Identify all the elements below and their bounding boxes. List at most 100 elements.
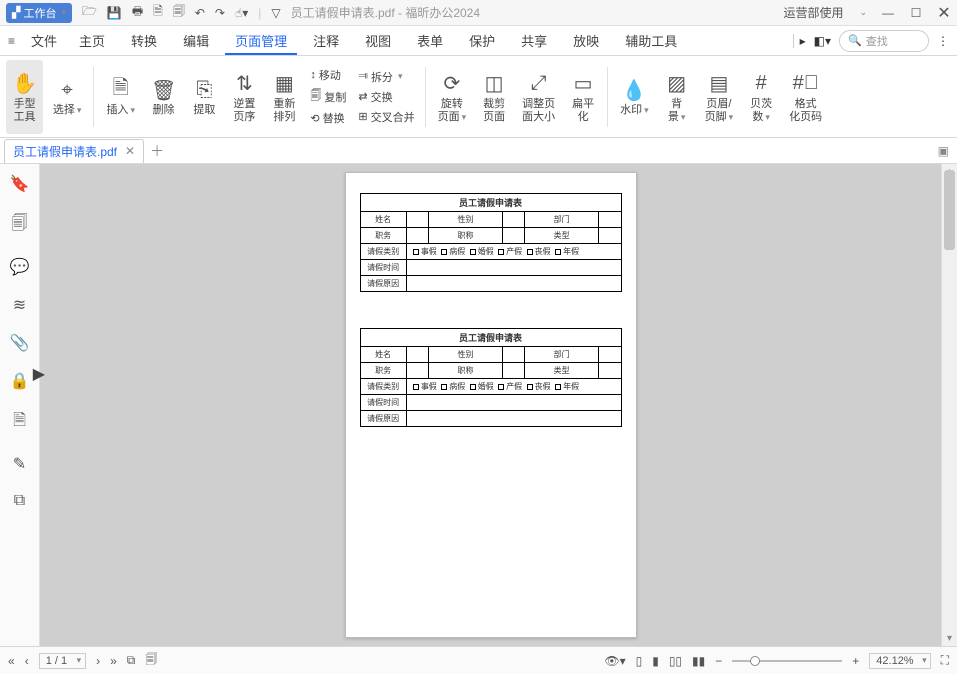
menu-页面管理[interactable]: 页面管理	[225, 27, 297, 55]
zoom-slider[interactable]	[732, 660, 842, 662]
export-icon[interactable]: 🗐	[173, 2, 185, 23]
new-tab-button[interactable]: ＋	[150, 141, 164, 161]
split-button[interactable]: ⫥拆分▾	[354, 68, 418, 86]
pages-panel-icon[interactable]: ⧉	[127, 653, 136, 668]
scroll-down-icon[interactable]: ▽	[271, 6, 280, 20]
delete-icon: 🗑	[151, 76, 176, 104]
insert-button[interactable]: 🗎插入▾	[100, 60, 141, 134]
move-icon: ↕	[310, 69, 316, 81]
tab-title: 员工请假申请表.pdf	[13, 143, 117, 160]
zoom-in-button[interactable]: +	[852, 654, 859, 668]
crop-button[interactable]: ◫裁剪 页面	[476, 60, 512, 134]
status-right: 👁▾ ▯ ▮ ▯▯ ▮▮ − + 42.12% ⛶	[604, 653, 949, 669]
print-icon[interactable]: 🖶	[132, 2, 143, 23]
menu-保护[interactable]: 保护	[459, 27, 505, 54]
attachment-icon[interactable]: 📎	[10, 333, 30, 353]
menu-转换[interactable]: 转换	[121, 27, 167, 54]
maximize-button[interactable]: ☐	[909, 6, 923, 20]
cross-merge-button[interactable]: ⊞交叉合并	[354, 108, 418, 126]
swap-button[interactable]: ⇄交换	[354, 88, 418, 106]
document-icon[interactable]: 🗎	[13, 409, 26, 436]
menu-表单[interactable]: 表单	[407, 27, 453, 54]
hamburger-icon[interactable]: ≡	[8, 34, 15, 48]
page-canvas[interactable]: 员工请假申请表姓名性别部门职务职称类型请假类别事假 病假 婚假 产假 丧假 年假…	[40, 164, 941, 646]
redo-icon[interactable]: ↷	[215, 6, 225, 20]
rotate-button[interactable]: ⟳旋转 页面▾	[432, 60, 473, 134]
continuous-icon[interactable]: ▮	[652, 654, 659, 668]
vertical-scrollbar[interactable]: ▴ ▾	[941, 164, 957, 646]
two-page-icon[interactable]: ▯▯	[669, 654, 682, 668]
next-page-button[interactable]: ›	[96, 654, 100, 668]
undo-icon[interactable]: ↶	[195, 6, 205, 20]
scroll-down-icon[interactable]: ▾	[942, 633, 957, 644]
layers-icon[interactable]: ≋	[13, 295, 26, 315]
close-tab-icon[interactable]: ✕	[125, 144, 135, 158]
close-button[interactable]: ✕	[937, 3, 951, 23]
comment-icon[interactable]: 💬	[10, 257, 30, 277]
zoom-out-button[interactable]: −	[715, 654, 722, 668]
hand-tool-button[interactable]: ✋手型 工具	[6, 60, 43, 134]
bookmark-icon[interactable]: 🔖	[10, 174, 30, 194]
move-button[interactable]: ↕移动	[306, 66, 350, 84]
highlight-icon[interactable]: ◧▾	[814, 34, 831, 48]
prev-page-button[interactable]: ‹	[25, 654, 29, 668]
pages-icon[interactable]: 🗐	[12, 212, 28, 239]
menu-共享[interactable]: 共享	[511, 27, 557, 54]
delete-button[interactable]: 🗑删除	[145, 60, 182, 134]
menu-放映[interactable]: 放映	[563, 27, 609, 54]
minimize-button[interactable]: —	[881, 6, 895, 20]
divider: |	[258, 6, 261, 20]
eye-icon[interactable]: 👁▾	[604, 654, 625, 668]
replace-icon: ⟲	[310, 112, 319, 125]
fullscreen-icon[interactable]: ⛶	[941, 653, 949, 668]
rearrange-button[interactable]: ▦重新 排列	[266, 60, 302, 134]
file-menu[interactable]: 文件	[21, 27, 67, 54]
hand-icon: ✋	[12, 70, 37, 98]
header-footer-button[interactable]: ▤页眉/ 页脚▾	[699, 60, 740, 134]
replace-button[interactable]: ⟲替换	[306, 109, 350, 127]
page-number-input[interactable]: 1 / 1	[39, 653, 86, 669]
workspace-label: 工作台	[23, 5, 56, 21]
document-tab[interactable]: 员工请假申请表.pdf ✕	[4, 139, 144, 163]
signature-icon[interactable]: ✎	[13, 454, 26, 474]
format-page-button[interactable]: #⃞格式 化页码	[783, 60, 828, 134]
crop-icon: ◫	[485, 70, 504, 98]
touch-icon[interactable]: ☝︎▾	[235, 6, 248, 20]
save-icon[interactable]: 💾	[107, 6, 122, 20]
chevron-down-icon[interactable]: ▾	[61, 7, 66, 18]
zoom-level-input[interactable]: 42.12%	[869, 653, 930, 669]
search-input[interactable]: 🔍 查找	[839, 30, 929, 52]
single-page-icon[interactable]: ▯	[636, 654, 643, 668]
watermark-button[interactable]: 💧水印▾	[614, 60, 655, 134]
menu-视图[interactable]: 视图	[355, 27, 401, 54]
copy-button[interactable]: 🗐复制	[306, 86, 350, 107]
menu-辅助工具[interactable]: 辅助工具	[615, 27, 687, 54]
more-icon[interactable]: ⋮	[937, 34, 949, 48]
separator	[425, 67, 426, 127]
title-bar-right: 运营部使用 ⌄ — ☐ ✕	[783, 3, 951, 23]
menu-注释[interactable]: 注释	[303, 27, 349, 54]
two-continuous-icon[interactable]: ▮▮	[692, 654, 705, 668]
reverse-button[interactable]: ⇅逆置 页序	[226, 60, 262, 134]
lock-icon[interactable]: 🔒	[10, 371, 30, 391]
thumbnails-icon[interactable]: 🗐	[145, 650, 157, 671]
chevron-down-icon[interactable]: ⌄	[859, 7, 867, 18]
page-icon[interactable]: 🗎	[153, 2, 163, 23]
menu-编辑[interactable]: 编辑	[173, 27, 219, 54]
flatten-button[interactable]: ▭扁平 化	[565, 60, 601, 134]
select-button[interactable]: ⌖选择▾	[47, 60, 88, 134]
last-page-button[interactable]: »	[110, 654, 117, 668]
slider-knob[interactable]	[750, 656, 760, 666]
status-bar: « ‹ 1 / 1 › » ⧉ 🗐 👁▾ ▯ ▮ ▯▯ ▮▮ − + 42.12…	[0, 646, 957, 674]
panel-toggle-icon[interactable]: ▣	[938, 144, 957, 158]
menu-主页[interactable]: 主页	[69, 27, 115, 54]
collapse-icon[interactable]: ▸	[793, 34, 806, 48]
scrollbar-thumb[interactable]	[944, 170, 955, 250]
first-page-button[interactable]: «	[8, 654, 15, 668]
resize-button[interactable]: ⤢调整页 面大小	[516, 60, 561, 134]
background-button[interactable]: ▨背 景▾	[659, 60, 695, 134]
open-icon[interactable]: 🗁	[82, 2, 97, 23]
extract-button[interactable]: ⎘提取	[186, 60, 222, 134]
duplicate-icon[interactable]: ⧉	[14, 492, 25, 510]
bates-button[interactable]: #贝茨 数▾	[743, 60, 779, 134]
